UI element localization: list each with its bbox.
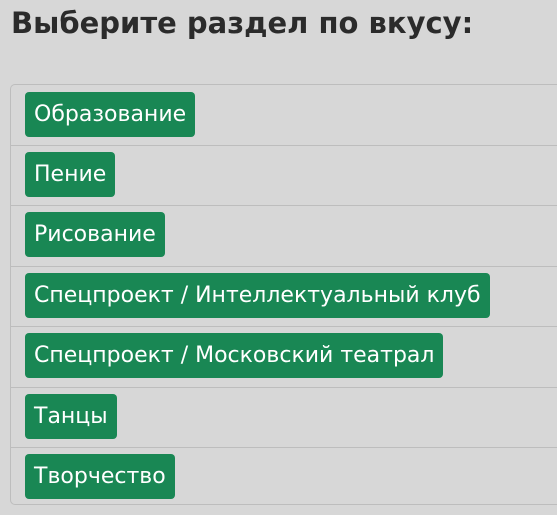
list-item: Танцы — [11, 387, 557, 448]
list-item: Спецпроект / Московский театрал — [11, 326, 557, 388]
section-button-creativity[interactable]: Творчество — [25, 454, 175, 499]
page-title: Выберите раздел по вкусу: — [11, 6, 474, 40]
section-button-education[interactable]: Образование — [25, 92, 196, 137]
section-button-singing[interactable]: Пение — [25, 152, 116, 197]
list-item: Рисование — [11, 205, 557, 267]
list-item: Творчество — [11, 447, 557, 506]
section-button-moscow-theatergoer[interactable]: Спецпроект / Московский театрал — [25, 333, 444, 378]
list-item: Образование — [11, 85, 557, 146]
section-button-drawing[interactable]: Рисование — [25, 212, 165, 257]
section-list: Образование Пение Рисование Спецпроект /… — [10, 84, 557, 505]
section-button-dance[interactable]: Танцы — [25, 394, 117, 439]
list-item: Пение — [11, 145, 557, 206]
page: Выберите раздел по вкусу: Образование Пе… — [0, 0, 557, 515]
section-button-intellectual-club[interactable]: Спецпроект / Интеллектуальный клуб — [25, 273, 490, 318]
list-item: Спецпроект / Интеллектуальный клуб — [11, 266, 557, 327]
